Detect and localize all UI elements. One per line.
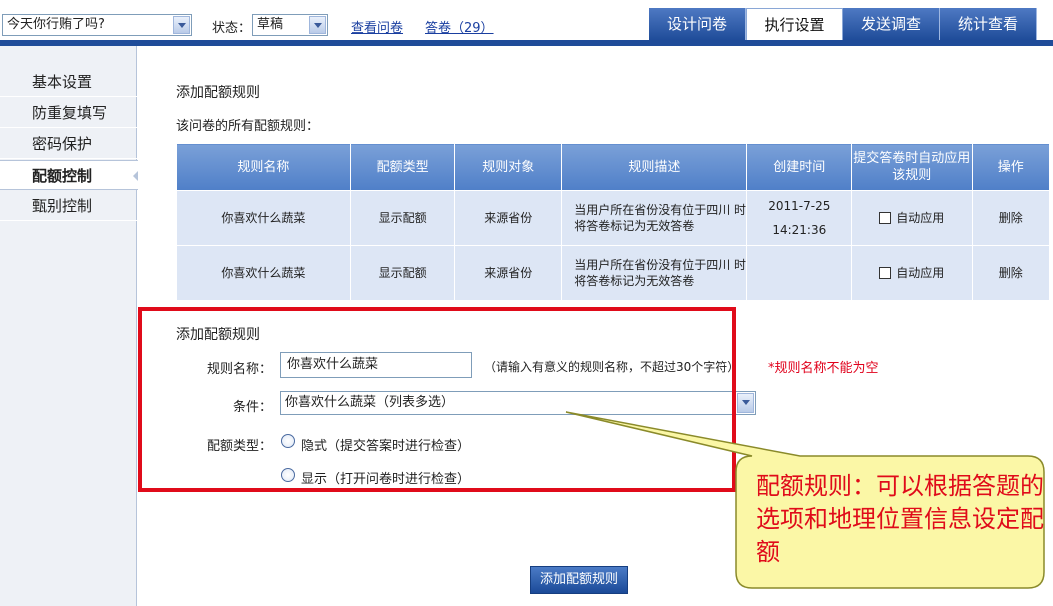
header-actions: 操作 xyxy=(971,143,1050,191)
sidebar-item-quota[interactable]: 配额控制 xyxy=(0,160,139,190)
answers-link[interactable]: 答卷（29） xyxy=(425,17,494,36)
auto-apply-label: 自动应用 xyxy=(896,211,945,225)
survey-select[interactable]: 今天你行贿了吗? xyxy=(2,14,192,36)
rule-target-cell: 来源省份 xyxy=(454,190,563,246)
quota-type-cell: 显示配额 xyxy=(349,245,456,301)
add-rule-button[interactable]: 添加配额规则 xyxy=(530,566,628,594)
page-title: 添加配额规则 xyxy=(176,85,260,101)
status-select-value: 草稿 xyxy=(257,17,284,32)
quota-rules-table: 规则名称 配额类型 规则对象 规则描述 创建时间 提交答卷时自动应用该规则 操作… xyxy=(176,143,1050,301)
sidebar-item-password[interactable]: 密码保护 xyxy=(0,129,137,159)
created-date: 2011-7-25 xyxy=(768,199,831,213)
header-created-time: 创建时间 xyxy=(746,143,853,191)
rule-target-cell: 来源省份 xyxy=(454,245,563,301)
header-rule-name: 规则名称 xyxy=(176,143,351,191)
created-time-cell: 2011-7-25 14:21:36 xyxy=(746,190,853,246)
tab-statistics[interactable]: 统计查看 xyxy=(940,8,1037,40)
auto-apply-label: 自动应用 xyxy=(896,266,945,280)
survey-select-value: 今天你行贿了吗? xyxy=(7,17,105,32)
highlight-box xyxy=(138,307,736,492)
delete-link[interactable]: 删除 xyxy=(971,245,1050,301)
view-survey-link[interactable]: 查看问卷 xyxy=(351,17,403,36)
sidebar: 基本设置 防重复填写 密码保护 配额控制 甄别控制 xyxy=(0,46,139,606)
chevron-down-icon[interactable] xyxy=(309,16,326,34)
rule-name-cell: 你喜欢什么蔬菜 xyxy=(176,190,351,246)
header-auto-apply: 提交答卷时自动应用该规则 xyxy=(851,143,973,191)
tab-execution-settings[interactable]: 执行设置 xyxy=(746,8,843,41)
table-row: 你喜欢什么蔬菜 显示配额 来源省份 当用户所在省份没有位于四川 时将答卷标记为无… xyxy=(176,190,1050,246)
rules-subheading: 该问卷的所有配额规则： xyxy=(176,119,320,134)
auto-apply-checkbox[interactable] xyxy=(879,267,892,279)
rule-description-cell: 当用户所在省份没有位于四川 时将答卷标记为无效答卷 xyxy=(561,190,748,246)
rule-name-error: *规则名称不能为空 xyxy=(768,361,879,376)
rule-description-cell: 当用户所在省份没有位于四川 时将答卷标记为无效答卷 xyxy=(561,245,748,301)
sidebar-item-basic[interactable]: 基本设置 xyxy=(0,67,137,97)
status-label: 状态： xyxy=(212,21,252,36)
tab-send[interactable]: 发送调查 xyxy=(843,8,940,40)
delete-link[interactable]: 删除 xyxy=(971,190,1050,246)
tab-design[interactable]: 设计问卷 xyxy=(649,8,746,40)
status-select[interactable]: 草稿 xyxy=(252,14,328,36)
auto-apply-cell: 自动应用 xyxy=(851,245,973,301)
created-time-cell xyxy=(746,245,853,301)
quota-type-cell: 显示配额 xyxy=(349,190,456,246)
auto-apply-checkbox[interactable] xyxy=(879,212,892,224)
chevron-down-icon[interactable] xyxy=(737,393,754,413)
created-clock: 14:21:36 xyxy=(772,223,827,237)
header-quota-type: 配额类型 xyxy=(349,143,456,191)
chevron-down-icon[interactable] xyxy=(173,16,190,34)
main-tabs: 设计问卷 执行设置 发送调查 统计查看 xyxy=(649,8,1037,41)
rule-name-cell: 你喜欢什么蔬菜 xyxy=(176,245,351,301)
sidebar-item-screening[interactable]: 甄别控制 xyxy=(0,191,137,221)
callout-text: 配额规则：可以根据答题的选项和地理位置信息设定配额 xyxy=(756,472,1044,566)
table-row: 你喜欢什么蔬菜 显示配额 来源省份 当用户所在省份没有位于四川 时将答卷标记为无… xyxy=(176,245,1050,301)
header-rule-description: 规则描述 xyxy=(561,143,748,191)
auto-apply-cell: 自动应用 xyxy=(851,190,973,246)
table-header-row: 规则名称 配额类型 规则对象 规则描述 创建时间 提交答卷时自动应用该规则 操作 xyxy=(176,143,1050,191)
header-rule-target: 规则对象 xyxy=(454,143,563,191)
top-bar: 今天你行贿了吗? 状态： 草稿 查看问卷 答卷（29） 设计问卷 执行设置 发送… xyxy=(0,0,1053,46)
sidebar-item-anti-duplicate[interactable]: 防重复填写 xyxy=(0,98,137,128)
